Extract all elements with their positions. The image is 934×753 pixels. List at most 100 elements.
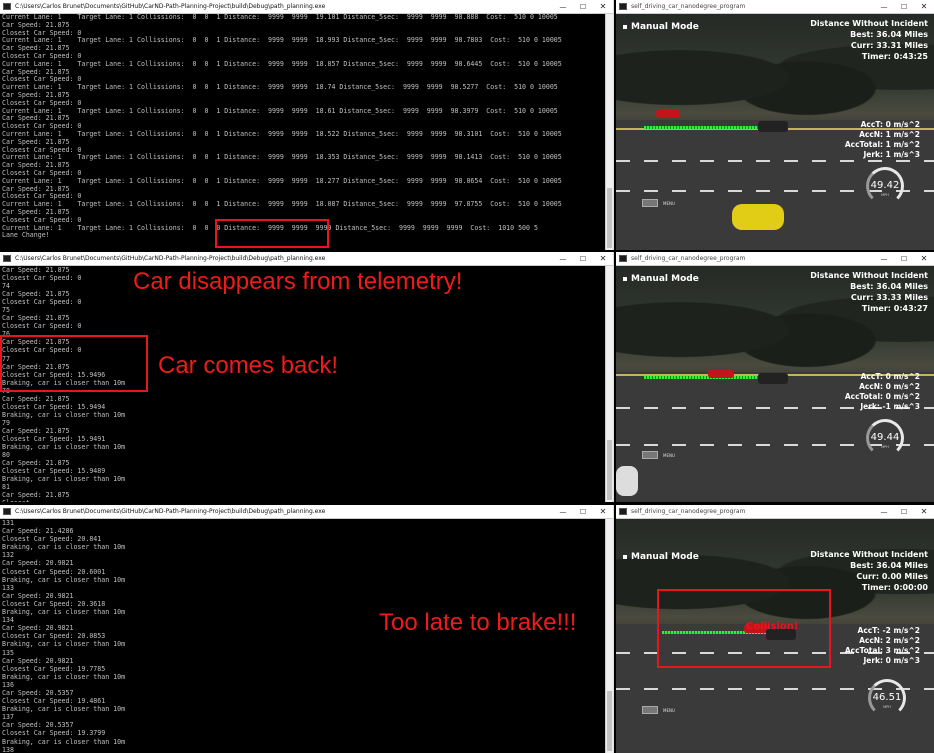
maximize-button[interactable]: ☐ bbox=[573, 3, 593, 11]
scrollbar-thumb[interactable] bbox=[607, 440, 612, 500]
speedometer-gauge: 49.42 MPH bbox=[866, 167, 904, 205]
speed-unit: MPH bbox=[883, 705, 891, 709]
console-line: 79 bbox=[2, 418, 10, 427]
menu-button[interactable] bbox=[642, 706, 658, 714]
console-line: 135 bbox=[2, 648, 14, 657]
console-line: Current Lane: 1 Target Lane: 1 Collissio… bbox=[2, 153, 562, 162]
acceleration-stats: AccT: 0 m/s^2 AccN: 0 m/s^2 AccTotal: 0 … bbox=[845, 372, 920, 412]
console-line: Car Speed: 21.875 bbox=[2, 114, 70, 123]
distance-label: Distance Without Incident bbox=[810, 550, 928, 559]
menu-button[interactable] bbox=[642, 199, 658, 207]
sim-scene-2: Manual Mode Distance Without Incident Be… bbox=[616, 266, 934, 502]
accn: AccN: 1 m/s^2 bbox=[859, 130, 920, 139]
console-line: 136 bbox=[2, 680, 14, 689]
close-button[interactable]: ✕ bbox=[593, 507, 613, 516]
console-line: Braking, car is closer than 10m bbox=[2, 475, 126, 484]
sim-title: self_driving_car_nanodegree_program bbox=[631, 255, 746, 262]
close-button[interactable]: ✕ bbox=[914, 2, 934, 11]
menu-label: MENU bbox=[663, 708, 675, 713]
console-app-icon bbox=[3, 508, 11, 515]
console-line: Braking, car is closer than 10m bbox=[2, 410, 126, 419]
console-line: Braking, car is closer than 10m bbox=[2, 443, 126, 452]
close-button[interactable]: ✕ bbox=[914, 507, 934, 516]
speed-unit: MPH bbox=[881, 193, 889, 197]
close-button[interactable]: ✕ bbox=[914, 254, 934, 263]
white-car bbox=[616, 466, 638, 496]
minimize-button[interactable]: — bbox=[874, 255, 894, 263]
maximize-button[interactable]: ☐ bbox=[894, 255, 914, 263]
maximize-button[interactable]: ☐ bbox=[573, 255, 593, 263]
console-title-bar-1: C:\Users\Carlos Brunet\Documents\GitHub\… bbox=[0, 0, 613, 14]
console-line: Current Lane: 1 Target Lane: 1 Collissio… bbox=[2, 83, 558, 92]
red-car bbox=[656, 109, 680, 118]
menu-button[interactable] bbox=[642, 451, 658, 459]
console-line: Car Speed: 21.875 bbox=[2, 67, 70, 76]
sim-app-icon bbox=[619, 508, 627, 515]
console-line: Current Lane: 1 Target Lane: 1 Collissio… bbox=[2, 13, 558, 21]
simulator-window-1: self_driving_car_nanodegree_program — ☐ … bbox=[616, 0, 934, 250]
manual-mode-label: Manual Mode bbox=[623, 22, 699, 32]
ego-car bbox=[758, 373, 788, 384]
console-line: Car Speed: 21.875 bbox=[2, 137, 70, 146]
console-app-icon bbox=[3, 255, 11, 262]
console-line: Braking, car is closer than 10m bbox=[2, 737, 126, 746]
highlight-box-comeback bbox=[0, 335, 148, 392]
console-scrollbar-3[interactable] bbox=[605, 519, 613, 753]
console-line: 132 bbox=[2, 551, 14, 560]
console-line: Closest bbox=[2, 499, 613, 502]
speedometer-gauge: 46.51 MPH bbox=[868, 679, 906, 717]
scrollbar-thumb[interactable] bbox=[607, 188, 612, 248]
console-line: 75 bbox=[2, 306, 10, 315]
timer: Timer: 0:43:25 bbox=[861, 52, 928, 61]
sim-title: self_driving_car_nanodegree_program bbox=[631, 508, 746, 515]
console-line: Car Speed: 20.9821 bbox=[2, 591, 74, 600]
minimize-button[interactable]: — bbox=[553, 3, 573, 11]
accn: AccN: 2 m/s^2 bbox=[859, 636, 920, 645]
jerk: Jerk: 1 m/s^3 bbox=[863, 150, 920, 159]
menu-label: MENU bbox=[663, 453, 675, 458]
minimize-button[interactable]: — bbox=[553, 255, 573, 263]
acctotal: AccTotal: 1 m/s^2 bbox=[844, 140, 920, 149]
console-line: 80 bbox=[2, 451, 10, 460]
menu-label: MENU bbox=[663, 201, 675, 206]
planned-path bbox=[644, 126, 762, 129]
accn: AccN: 0 m/s^2 bbox=[859, 382, 920, 391]
annotation-too-late: Too late to brake!!! bbox=[379, 609, 577, 636]
console-line: Closest Car Speed: 0 bbox=[2, 298, 82, 307]
console-line: Closest Car Speed: 19.3799 bbox=[2, 729, 106, 738]
console-line: Closest Car Speed: 20.841 bbox=[2, 535, 102, 544]
console-line: Braking, car is closer than 10m bbox=[2, 672, 126, 681]
maximize-button[interactable]: ☐ bbox=[573, 508, 593, 516]
sim-title-bar-3: self_driving_car_nanodegree_program — ☐ … bbox=[616, 505, 934, 519]
console-line: Car Speed: 20.9821 bbox=[2, 559, 74, 568]
console-line: Current Lane: 1 Target Lane: 1 Collissio… bbox=[2, 200, 562, 209]
console-line: Closest Car Speed: 20.6001 bbox=[2, 567, 106, 576]
maximize-button[interactable]: ☐ bbox=[894, 3, 914, 11]
console-line: Closest Car Speed: 15.9491 bbox=[2, 434, 106, 443]
console-line: Current Lane: 1 Target Lane: 1 Collissio… bbox=[2, 129, 562, 138]
console-title: C:\Users\Carlos Brunet\Documents\GitHub\… bbox=[15, 3, 326, 10]
console-line: Braking, car is closer than 10m bbox=[2, 575, 126, 584]
acct: AccT: 0 m/s^2 bbox=[860, 120, 920, 129]
speed-value: 49.42 bbox=[870, 180, 900, 191]
distance-stats: Distance Without Incident Best: 36.04 Mi… bbox=[810, 270, 928, 314]
console-scrollbar-1[interactable] bbox=[605, 14, 613, 250]
minimize-button[interactable]: — bbox=[874, 3, 894, 11]
maximize-button[interactable]: ☐ bbox=[894, 508, 914, 516]
console-scrollbar-2[interactable] bbox=[605, 266, 613, 502]
best-distance: Best: 36.04 Miles bbox=[850, 561, 928, 570]
minimize-button[interactable]: — bbox=[553, 508, 573, 516]
console-line: Car Speed: 21.875 bbox=[2, 184, 70, 193]
close-button[interactable]: ✕ bbox=[593, 2, 613, 11]
console-line: Car Speed: 21.875 bbox=[2, 426, 70, 435]
console-title: C:\Users\Carlos Brunet\Documents\GitHub\… bbox=[15, 255, 326, 262]
close-button[interactable]: ✕ bbox=[593, 254, 613, 263]
console-line: 138 bbox=[2, 745, 14, 753]
acceleration-stats: AccT: -2 m/s^2 AccN: 2 m/s^2 AccTotal: 3… bbox=[845, 626, 920, 666]
acct: AccT: -2 m/s^2 bbox=[857, 626, 920, 635]
console-line: 133 bbox=[2, 583, 14, 592]
best-distance: Best: 36.04 Miles bbox=[850, 30, 928, 39]
sim-title-bar-1: self_driving_car_nanodegree_program — ☐ … bbox=[616, 0, 934, 14]
minimize-button[interactable]: — bbox=[874, 508, 894, 516]
scrollbar-thumb[interactable] bbox=[607, 691, 612, 751]
